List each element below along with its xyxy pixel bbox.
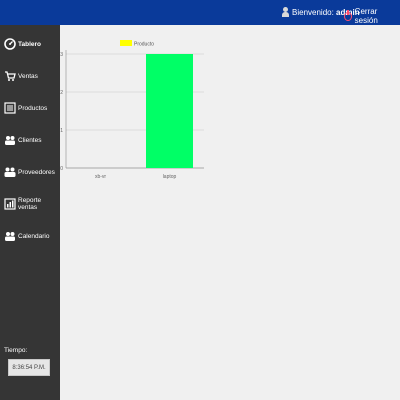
bar-chart: 0 1 2 3 xb-vr laptop Producto bbox=[60, 40, 204, 180]
sidebar-item-proveedores[interactable]: Proveedores bbox=[4, 162, 55, 182]
sidebar-item-ventas[interactable]: Ventas bbox=[4, 66, 38, 86]
time-label: Tiempo: bbox=[4, 347, 28, 354]
x-tick-label: laptop bbox=[163, 174, 177, 180]
clock-display: 8:36:54 P.M. bbox=[8, 359, 50, 376]
clients-icon bbox=[4, 134, 16, 146]
power-icon bbox=[344, 9, 352, 21]
top-bar: Bienvenido: admin Cerrar sesión bbox=[0, 0, 400, 25]
sidebar-item-tablero[interactable]: Tablero bbox=[4, 34, 41, 54]
user-icon bbox=[282, 7, 289, 17]
sidebar-item-label: Tablero bbox=[18, 40, 41, 48]
sidebar-item-reporte-ventas[interactable]: Reporte ventas bbox=[4, 194, 60, 214]
sidebar-item-clientes[interactable]: Clientes bbox=[4, 130, 41, 150]
welcome-prefix: Bienvenido: bbox=[292, 7, 334, 17]
logout-label: Cerrar sesión bbox=[354, 7, 378, 25]
y-tick-label: 1 bbox=[60, 128, 63, 134]
sidebar-item-label: Clientes bbox=[18, 136, 42, 144]
logout-button[interactable]: Cerrar sesión bbox=[344, 7, 400, 25]
list-icon bbox=[4, 102, 16, 114]
y-tick-label: 3 bbox=[60, 52, 63, 58]
bar-laptop bbox=[146, 54, 193, 168]
sidebar-item-label: Productos bbox=[18, 104, 48, 112]
y-tick-label: 0 bbox=[60, 166, 63, 172]
report-icon bbox=[4, 198, 16, 210]
legend-label: Producto bbox=[134, 42, 154, 48]
y-tick-label: 2 bbox=[60, 90, 63, 96]
x-tick-label: xb-vr bbox=[95, 174, 106, 180]
dashboard-icon bbox=[4, 38, 16, 50]
suppliers-icon bbox=[4, 166, 16, 178]
sidebar-item-productos[interactable]: Productos bbox=[4, 98, 47, 118]
sidebar: Tablero Ventas Productos Clientes Provee… bbox=[0, 25, 60, 400]
main-content: 0 1 2 3 xb-vr laptop Producto bbox=[60, 25, 400, 400]
sidebar-item-label: Calendario bbox=[18, 232, 50, 240]
legend-swatch bbox=[120, 40, 132, 46]
sidebar-item-label: Proveedores bbox=[18, 168, 55, 176]
sidebar-item-calendario[interactable]: Calendario bbox=[4, 226, 49, 246]
sidebar-item-label: Reporte ventas bbox=[18, 197, 42, 211]
cart-icon bbox=[4, 70, 16, 82]
calendar-icon bbox=[4, 230, 16, 242]
sidebar-item-label: Ventas bbox=[18, 72, 38, 80]
